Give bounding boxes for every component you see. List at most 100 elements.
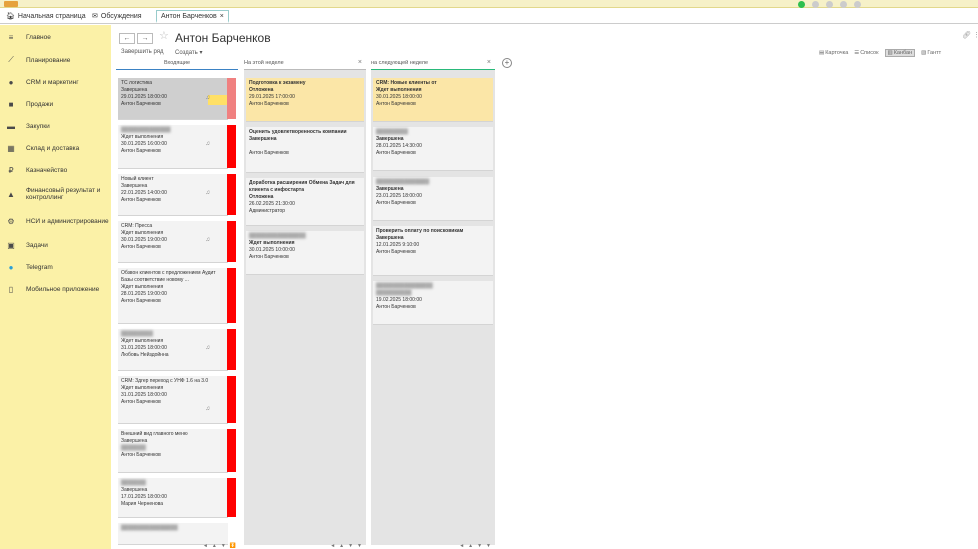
forward-button[interactable]: →	[137, 33, 153, 44]
kanban-card[interactable]: Подготовка к экзамену Отложена 29.01.202…	[246, 78, 364, 122]
scroll-left-icon[interactable]: ◄	[203, 543, 208, 549]
card-status: Завершена	[376, 186, 404, 192]
view-kanban[interactable]: ▥ Канбан	[884, 49, 916, 57]
column-scroll-controls[interactable]: ◄ ▲ ▼ ⏬	[203, 543, 236, 549]
complete-step-button[interactable]: Завершить ряд	[121, 49, 163, 55]
notification-icon[interactable]	[812, 1, 819, 8]
favorite-star-icon[interactable]: ☆	[159, 29, 169, 42]
finance-icon: ▲	[7, 189, 15, 199]
kanban-card[interactable]: Внешний вид главного меню Завершена ████…	[118, 429, 236, 473]
card-title: Новый клиент	[121, 176, 154, 182]
kanban-card[interactable]: ТС логистика Завершена 29.01.2025 18:00:…	[118, 78, 236, 120]
scroll-up-icon[interactable]: ▲	[339, 543, 344, 549]
card-user: Антон Барченков	[121, 148, 161, 154]
kanban-card[interactable]: ███████ Завершена 17.01.2025 18:00:00 Ма…	[118, 478, 236, 518]
sidebar-item-telegram[interactable]: ● Telegram	[0, 262, 111, 272]
tab-bar: 🏠︎ Начальная страница ✉︎ Обсуждения Анто…	[0, 8, 978, 24]
kanban-card[interactable]: █████████ Завершена 28.01.2025 14:30:00 …	[373, 127, 493, 171]
scroll-end-icon[interactable]: ▼	[486, 543, 491, 549]
tab-discussions[interactable]: ✉︎ Обсуждения	[88, 10, 146, 23]
tab-home[interactable]: 🏠︎ Начальная страница	[2, 10, 90, 23]
history-icon[interactable]	[826, 1, 833, 8]
card-user: Антон Барченков	[121, 399, 161, 405]
column-title: На этой неделе	[244, 60, 284, 66]
kanban-column-inbox: Входящие ТС логистика Завершена 29.01.20…	[116, 57, 238, 549]
bag-icon: ■	[8, 99, 14, 109]
kanban-card[interactable]: CRM: Здгер переход с УНФ 1.6 на 3.0 Ждет…	[118, 376, 236, 424]
kanban-card[interactable]: Новый клиент Завершена 22.01.2025 14:00:…	[118, 174, 236, 216]
scroll-left-icon[interactable]: ◄	[330, 543, 335, 549]
scroll-up-icon[interactable]: ▲	[468, 543, 473, 549]
column-scroll-controls[interactable]: ◄ ▲ ▼ ▼	[459, 543, 491, 549]
sidebar-item-treasury[interactable]: ₽ Казначейство	[0, 165, 111, 175]
sidebar-item-sales[interactable]: ■ Продажи	[0, 99, 111, 109]
bell-icon: ♫	[205, 141, 211, 147]
tab-home-label: Начальная страница	[17, 13, 86, 20]
sidebar-item-nsi[interactable]: ⚙ НСИ и администрирование	[0, 214, 111, 228]
create-button[interactable]: Создать ▾	[175, 49, 202, 56]
tab-active-label: Антон Барченков	[161, 12, 217, 20]
column-title: Входящие	[163, 60, 191, 66]
kanban-card[interactable]: ████████████████ ██████████ 19.02.2025 1…	[373, 281, 493, 325]
add-column-button[interactable]: +	[502, 58, 512, 68]
scroll-down-icon[interactable]: ▼	[477, 543, 482, 549]
card-user: Антон Барченков	[376, 249, 416, 255]
scroll-end-icon[interactable]: ⏬	[230, 543, 236, 549]
kanban-card[interactable]: Оценить удовлетворенность компании Завер…	[246, 127, 364, 173]
tab-active[interactable]: Антон Барченков ×	[156, 10, 229, 23]
sidebar-item-planning[interactable]: ⟋ Планирование	[0, 55, 111, 65]
kanban-card[interactable]: ██████████████ Ждет выполнения 30.01.202…	[118, 125, 236, 169]
sidebar-item-label: Планирование	[26, 56, 71, 64]
scroll-down-icon[interactable]: ▼	[348, 543, 353, 549]
kanban-card[interactable]: ████████████████ Ждет выполнения 30.01.2…	[246, 231, 364, 275]
back-button[interactable]: ←	[119, 33, 135, 44]
sidebar-item-warehouse[interactable]: ▦ Склад и доставка	[0, 143, 111, 153]
card-user: Антон Барченков	[376, 200, 416, 206]
card-date: 28.01.2025 14:30:00	[376, 143, 422, 149]
view-list[interactable]: ☰ Список	[854, 49, 878, 57]
kanban-card[interactable]: CRM: Пресса Ждет выполнения 30.01.2025 1…	[118, 221, 236, 263]
close-icon[interactable]: ×	[487, 57, 491, 69]
sidebar-item-purchases[interactable]: ▬ Закупки	[0, 121, 111, 131]
status-online-icon[interactable]	[798, 1, 805, 8]
scroll-left-icon[interactable]: ◄	[459, 543, 464, 549]
card-date: 23.01.2025 18:00:00	[376, 193, 422, 199]
view-card[interactable]: ▤ Карточка	[819, 49, 848, 57]
kanban-card[interactable]: Доработка расширения Обмена Задач для кл…	[246, 178, 364, 226]
kanban-card[interactable]: █████████ Ждет выполнения 31.01.2025 18:…	[118, 329, 236, 371]
favorites-icon[interactable]	[840, 1, 847, 8]
sidebar-item-crm[interactable]: ● CRM и маркетинг	[0, 77, 111, 87]
card-icon: ▤	[819, 50, 825, 56]
link-icon[interactable]: 🔗︎	[962, 31, 971, 39]
kanban-card[interactable]: ███████████████ Завершена 23.01.2025 18:…	[373, 177, 493, 221]
user-icon[interactable]	[854, 1, 861, 8]
card-title: CRM: Здгер переход с УНФ 1.6 на 3.0	[121, 378, 209, 384]
sidebar-item-main[interactable]: ≡ Главное	[0, 32, 111, 42]
card-date: 30.01.2025 10:00:00	[249, 247, 295, 253]
view-gantt[interactable]: ▧ Гантт	[921, 49, 941, 57]
sidebar-item-finance[interactable]: ▲ Финансовый результат и контроллинг	[0, 187, 111, 201]
more-icon[interactable]: ⋮	[973, 31, 978, 39]
sidebar-item-label: Закупки	[26, 122, 50, 130]
kanban-card[interactable]: ████████████████	[118, 523, 228, 545]
column-scroll-controls[interactable]: ◄ ▲ ▼ ▼	[330, 543, 362, 549]
close-icon[interactable]: ×	[220, 10, 224, 23]
scroll-up-icon[interactable]: ▲	[212, 543, 217, 549]
bell-icon: ♫	[205, 406, 211, 412]
kanban-card[interactable]: CRM: Новые клиенты от Ждет выполнения 30…	[373, 78, 493, 122]
scroll-end-icon[interactable]: ▼	[357, 543, 362, 549]
page-title: Антон Барченков	[175, 31, 271, 45]
card-user: Антон Барченков	[121, 452, 161, 458]
priority-stripe	[227, 221, 236, 262]
scroll-down-icon[interactable]: ▼	[221, 543, 226, 549]
card-status: Завершена	[121, 87, 148, 93]
card-status-redacted: ██████████	[376, 290, 412, 296]
kanban-card[interactable]: Проверить оплату по поисковикам Завершен…	[373, 226, 493, 276]
kanban-card[interactable]: Обзвон клиентов с предложением Аудит Баз…	[118, 268, 236, 324]
sidebar-item-mobile[interactable]: ▯ Мобильное приложение	[0, 284, 111, 294]
sidebar-item-tasks[interactable]: ▣ Задачи	[0, 240, 111, 250]
gear-icon: ⚙	[7, 216, 15, 226]
close-icon[interactable]: ×	[358, 57, 362, 69]
discussion-icon: ✉︎	[92, 13, 98, 20]
card-status: Завершена	[121, 487, 148, 493]
